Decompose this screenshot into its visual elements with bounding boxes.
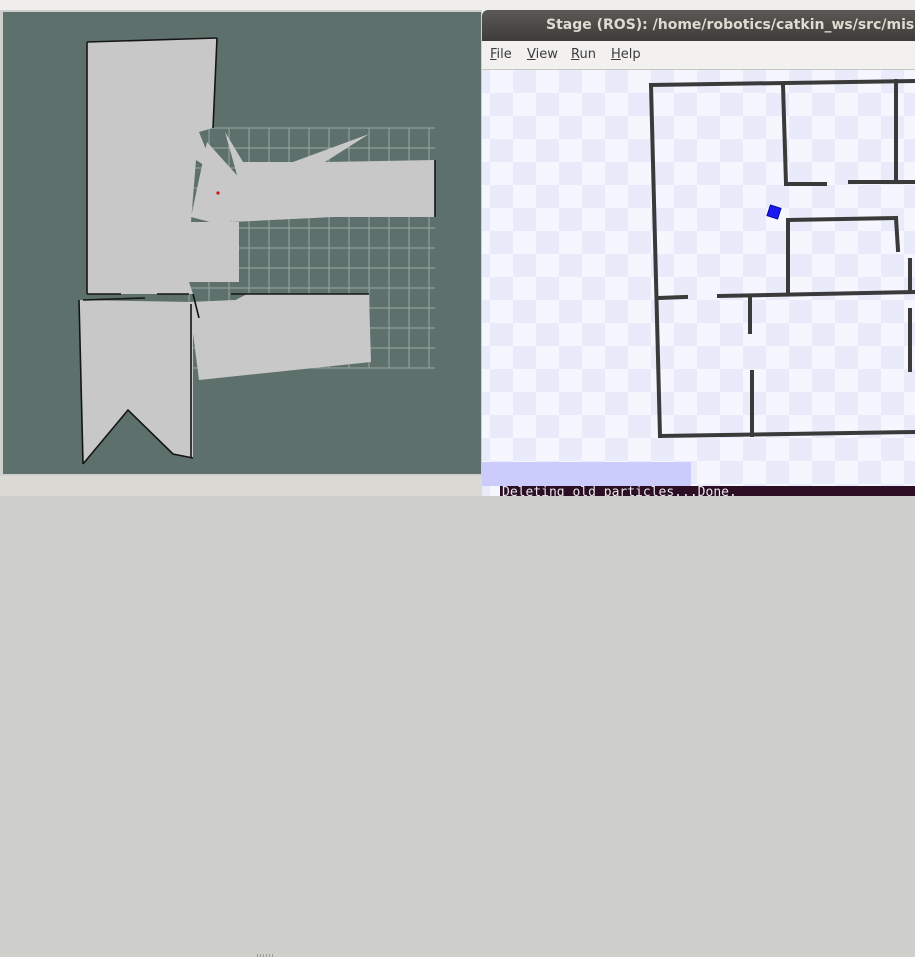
free-space: [79, 38, 435, 464]
wall-inner-8: [655, 294, 689, 301]
menu-run-label: un: [579, 47, 596, 62]
menu-file-label: ile: [496, 47, 512, 62]
menu-run[interactable]: Run: [571, 47, 596, 62]
stage-window: Stage (ROS): /home/robotics/catkin_ws/sr…: [482, 10, 915, 496]
terminal-output: Deleting old particles...Done.: [502, 486, 737, 496]
menu-view-label: iew: [535, 47, 558, 62]
wall-inner-5: [785, 215, 899, 223]
rviz-status-strip: [0, 476, 482, 957]
robot-marker: [216, 191, 220, 195]
occupancy-map: [78, 37, 436, 465]
menu-help[interactable]: Help: [611, 47, 641, 62]
stage-walls: [648, 78, 915, 439]
wall-left: [648, 82, 663, 439]
menu-file[interactable]: File: [490, 47, 512, 62]
menu-bar: File View Run Help: [482, 41, 915, 70]
title-bar[interactable]: Stage (ROS): /home/robotics/catkin_ws/sr…: [482, 10, 915, 41]
menu-help-label: elp: [620, 47, 641, 62]
terminal-strip: Deleting old particles...Done.: [500, 486, 915, 496]
menu-view[interactable]: View: [527, 47, 558, 62]
stage-status-bar: [482, 462, 691, 486]
wall-inner-7: [893, 215, 901, 253]
window-title: Stage (ROS): /home/robotics/catkin_ws/sr…: [546, 17, 915, 33]
stage-canvas[interactable]: [482, 70, 915, 496]
wall-bottom: [657, 429, 915, 439]
rviz-map-view[interactable]: [3, 12, 481, 474]
wall-inner-1: [780, 82, 789, 187]
top-strip: [0, 0, 915, 10]
menu-help-mnemonic: H: [611, 47, 621, 62]
menu-view-mnemonic: V: [527, 47, 536, 62]
